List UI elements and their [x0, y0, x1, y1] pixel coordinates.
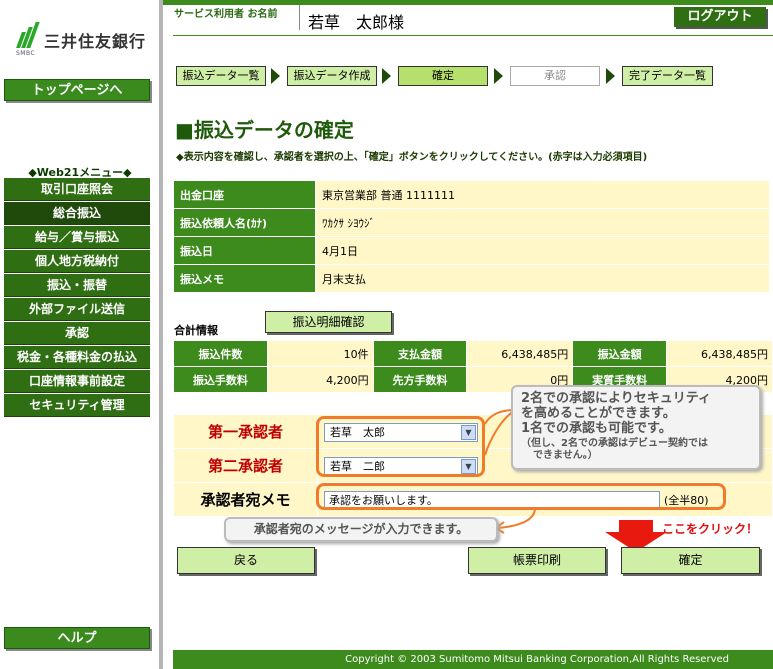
back-button[interactable]: 戻る	[177, 547, 315, 574]
transfer-details-button[interactable]: 振込明細確認	[265, 311, 392, 333]
footer-copyright: Copyright © 2003 Sumitomo Mitsui Banking…	[173, 650, 773, 669]
info-label: 振込依頼人名(ｶﾅ)	[173, 208, 316, 237]
user-name: 若草 太郎様	[308, 13, 405, 32]
header-divider	[299, 5, 300, 30]
callout-note: できません。）	[533, 450, 598, 461]
smbc-logo-icon	[16, 22, 40, 50]
sidebar-item-bulk-transfer[interactable]: 総合振込	[4, 202, 150, 225]
step-completed: 完了データ一覧	[622, 66, 713, 86]
sidebar-item-approval[interactable]: 承認	[4, 322, 150, 345]
callout-line: を高めることができます。	[521, 406, 676, 421]
step-arrow-icon	[271, 68, 280, 84]
sidebar-menu: 取引口座照会 総合振込 給与／賞与振込 個人地方税納付 振込・振替 外部ファイル…	[4, 178, 150, 418]
totals-cell-value: 6,438,485円	[666, 340, 773, 367]
totals-cell-label: 振込金額	[572, 340, 668, 367]
table-row: 出金口座 東京営業部 普通 1111111	[173, 180, 770, 209]
totals-cell-label: 支払金額	[372, 340, 468, 367]
info-label: 振込メモ	[173, 264, 316, 293]
totals-cell-label: 振込件数	[173, 340, 268, 367]
help-button[interactable]: ヘルプ	[4, 627, 150, 649]
totals-cell-label: 振込手数料	[173, 366, 268, 393]
step-arrow-icon	[494, 68, 503, 84]
service-user-label: サービス利用者 お名前	[174, 9, 278, 20]
sidebar-item-payroll-transfer[interactable]: 給与／賞与振込	[4, 226, 150, 249]
sidebar: SMBC 三井住友銀行 トップページへ ◆Web21メニュー◆ 取引口座照会 総…	[0, 0, 160, 669]
sidebar-divider	[159, 0, 163, 669]
step-indicator: 振込データ一覧 振込データ作成 確定 承認 完了データ一覧	[176, 66, 773, 86]
table-row: 振込件数 10件 支払金額 6,438,485円 振込金額 6,438,485円	[173, 340, 773, 367]
info-label: 出金口座	[173, 180, 316, 209]
sidebar-item-transfer[interactable]: 振込・振替	[4, 274, 150, 297]
callout-line: 2名での承認によりセキュリティ	[521, 391, 712, 406]
step-confirm: 確定	[398, 66, 488, 86]
bank-name: 三井住友銀行	[44, 32, 147, 51]
info-value: 東京営業部 普通 1111111	[315, 180, 770, 209]
totals-cell-value: 10件	[266, 340, 374, 367]
totals-cell-value: 4,200円	[266, 366, 374, 393]
step-approve: 承認	[510, 66, 600, 86]
top-page-button[interactable]: トップページへ	[4, 79, 150, 101]
confirm-button[interactable]: 確定	[621, 547, 760, 574]
table-row: 振込依頼人名(ｶﾅ) ﾜｶｸｻ ｼﾖｳｼﾞ	[173, 208, 770, 237]
transfer-info-table: 出金口座 東京営業部 普通 1111111 振込依頼人名(ｶﾅ) ﾜｶｸｻ ｼﾖ…	[173, 180, 770, 293]
step-arrow-icon	[382, 68, 391, 84]
click-here-label: ここをクリック！	[662, 522, 759, 536]
info-value: 4月1日	[315, 236, 770, 265]
second-approver-label: 第二承認者	[173, 448, 318, 483]
first-approver-label: 第一承認者	[173, 414, 318, 449]
logo-sub: SMBC	[16, 50, 36, 57]
sidebar-item-security[interactable]: セキュリティ管理	[4, 394, 150, 417]
header-rule	[173, 35, 773, 36]
sidebar-item-account-inquiry[interactable]: 取引口座照会	[4, 178, 150, 201]
table-row: 振込メモ 月末支払	[173, 264, 770, 293]
approver-select-highlight	[316, 416, 485, 477]
step-create: 振込データ作成	[287, 66, 377, 86]
security-callout: 2名での承認によりセキュリティ を高めることができます。 1名での承認も可能です…	[511, 385, 761, 470]
page-title: ■振込データの確定	[175, 118, 354, 142]
sidebar-item-account-settings[interactable]: 口座情報事前設定	[4, 370, 150, 393]
memo-callout: 承認者宛のメッセージが入力できます。	[224, 517, 498, 542]
approver-memo-label: 承認者宛メモ	[173, 482, 318, 517]
totals-label: 合計情報	[174, 324, 218, 337]
step-list: 振込データ一覧	[176, 66, 266, 86]
print-button[interactable]: 帳票印刷	[468, 547, 606, 574]
info-label: 振込日	[173, 236, 316, 265]
bank-logo: SMBC 三井住友銀行	[14, 22, 154, 62]
totals-cell-label: 先方手数料	[372, 366, 468, 393]
callout-note: （但し、2名での承認はデビュー契約では	[521, 438, 708, 449]
table-row: 振込日 4月1日	[173, 236, 770, 265]
sidebar-item-local-tax[interactable]: 個人地方税納付	[4, 250, 150, 273]
instruction-text: ◆表示内容を確認し、承認者を選択の上、「確定」ボタンをクリックしてください。(赤…	[176, 152, 648, 163]
info-value: 月末支払	[315, 264, 770, 293]
sidebar-item-external-file[interactable]: 外部ファイル送信	[4, 298, 150, 321]
logout-button[interactable]: ログアウト	[674, 7, 766, 27]
totals-cell-value: 6,438,485円	[466, 340, 574, 367]
info-value: ﾜｶｸｻ ｼﾖｳｼﾞ	[315, 208, 770, 237]
step-arrow-icon	[606, 68, 615, 84]
callout-line: 1名での承認も可能です。	[521, 421, 672, 436]
sidebar-item-tax-payment[interactable]: 税金・各種料金の払込	[4, 346, 150, 369]
